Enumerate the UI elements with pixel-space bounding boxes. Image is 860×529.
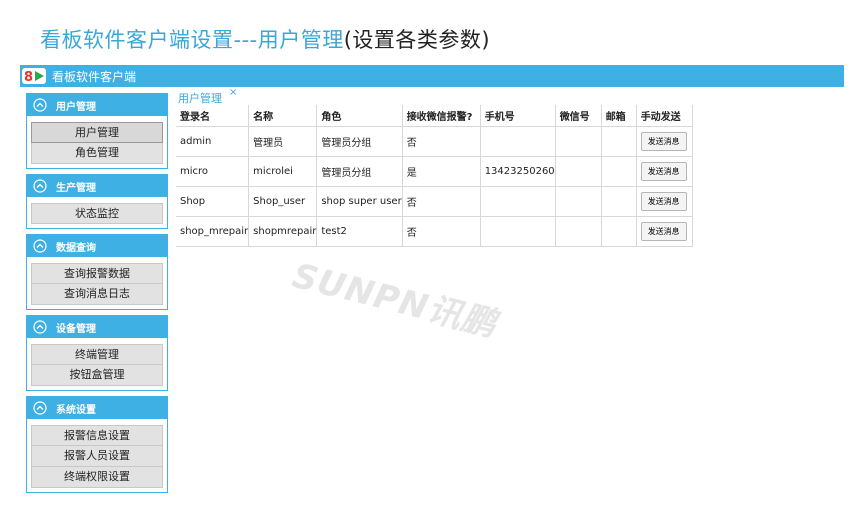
column-header: 手机号	[480, 105, 556, 127]
table-row: micro microlei 管理员分组是 13423250260 发送消息	[176, 156, 693, 187]
column-header: 接收微信报警?	[402, 105, 481, 127]
nav-group-title: 数据查询	[56, 242, 96, 254]
table-cell: Shop	[176, 186, 250, 217]
collapse-icon[interactable]	[33, 98, 47, 112]
main-content: 用户管理 × 登录名 名称 角色 接收微信报警? 手机号 微信号 邮箱 手动发送 admin 管…	[176, 87, 844, 247]
column-header: 登录名	[176, 105, 250, 127]
table-cell	[480, 186, 556, 217]
table-cell: 否	[402, 216, 481, 247]
send-message-button[interactable]: 发送消息	[640, 191, 687, 211]
table-cell: microlei	[248, 156, 318, 187]
nav-group-items: 用户管理 角色管理	[27, 116, 167, 168]
tab-close-icon[interactable]: ×	[229, 87, 237, 98]
table-cell: 发送消息	[636, 156, 693, 187]
nav-group: 设备管理终端管理 按钮盒管理	[26, 315, 168, 391]
users-table: 登录名 名称 角色 接收微信报警? 手机号 微信号 邮箱 手动发送 admin 管理员 管理员分组…	[176, 105, 693, 247]
nav-group-items: 查询报警数据 查询消息日志	[27, 257, 167, 309]
sidebar-item[interactable]: 报警信息设置	[31, 425, 163, 446]
table-cell: 管理员分组	[316, 156, 403, 187]
sidebar-item[interactable]: 终端权限设置	[31, 467, 163, 488]
table-cell	[555, 186, 602, 217]
table-cell	[480, 126, 556, 157]
table-cell: 13423250260	[480, 156, 556, 187]
sidebar-item[interactable]: 状态监控	[31, 203, 163, 224]
nav-group-header[interactable]: 用户管理	[27, 94, 167, 116]
table-cell: 管理员分组	[316, 126, 403, 157]
nav-group: 生产管理状态监控	[26, 174, 168, 229]
table-cell	[601, 186, 637, 217]
table-cell: 否	[402, 186, 481, 217]
table-cell: shopmrepair	[248, 216, 318, 247]
sidebar-item[interactable]: 报警人员设置	[31, 446, 163, 467]
app-titlebar: 8 看板软件客户端	[20, 65, 844, 87]
sidebar-item[interactable]: 用户管理	[31, 122, 163, 143]
send-message-button[interactable]: 发送消息	[640, 161, 687, 181]
page-heading-subtitle: (设置各类参数)	[343, 28, 491, 52]
tab-bar: 用户管理 ×	[176, 87, 844, 105]
column-header: 名称	[248, 105, 318, 127]
nav-group-items: 终端管理 按钮盒管理	[27, 338, 167, 390]
collapse-icon[interactable]	[33, 179, 47, 193]
app-window: 8 看板软件客户端 用户管理 用户管理 角色管理 生产管理 状态监控 数据查询 查询报警数据…	[20, 65, 844, 510]
nav-group-title: 用户管理	[56, 101, 96, 113]
table-cell	[601, 216, 637, 247]
nav-group-title: 设备管理	[56, 323, 96, 335]
column-header: 角色	[316, 105, 403, 127]
sidebar-item[interactable]: 按钮盒管理	[31, 365, 163, 386]
table-cell: 发送消息	[636, 216, 693, 247]
table-cell: shop super user	[316, 186, 403, 217]
nav-group-title: 生产管理	[56, 182, 96, 194]
tab-user-management[interactable]: 用户管理	[178, 90, 222, 106]
nav-group-header[interactable]: 生产管理	[27, 175, 167, 197]
svg-text:8: 8	[24, 70, 33, 85]
table-cell	[601, 156, 637, 187]
sunpn-logo-icon: 8	[22, 67, 46, 85]
sidebar-item[interactable]: 角色管理	[31, 143, 163, 164]
app-title: 看板软件客户端	[52, 69, 137, 84]
nav-group: 用户管理 用户管理 角色管理	[26, 93, 168, 169]
column-header: 微信号	[555, 105, 602, 127]
table-cell: shop_mrepair	[176, 216, 250, 247]
nav-group-items: 报警信息设置 报警人员设置 终端权限设置	[27, 419, 167, 492]
table-row: admin 管理员 管理员分组否 发送消息	[176, 126, 693, 157]
table-cell: 发送消息	[636, 186, 693, 217]
table-cell: test2	[316, 216, 403, 247]
table-cell	[480, 216, 556, 247]
table-cell: 是	[402, 156, 481, 187]
table-header-row: 登录名 名称 角色 接收微信报警? 手机号 微信号 邮箱 手动发送	[176, 105, 693, 127]
collapse-icon[interactable]	[33, 401, 47, 415]
column-header: 手动发送	[636, 105, 693, 127]
table-body: admin 管理员 管理员分组否发送消息 micro microlei 管理员分组是 134…	[176, 126, 693, 247]
nav-group-header[interactable]: 设备管理	[27, 316, 167, 338]
nav-group-header[interactable]: 数据查询	[27, 235, 167, 257]
sidebar-item[interactable]: 查询消息日志	[31, 284, 163, 305]
table-cell: Shop_user	[248, 186, 318, 217]
table-cell: 管理员	[248, 126, 318, 157]
table-cell: micro	[176, 156, 250, 187]
sidebar-item[interactable]: 查询报警数据	[31, 263, 163, 284]
nav-group: 数据查询查询报警数据 查询消息日志	[26, 234, 168, 310]
table-cell: 发送消息	[636, 126, 693, 157]
nav-group: 系统设置报警信息设置 报警人员设置 终端权限设置	[26, 396, 168, 493]
send-message-button[interactable]: 发送消息	[640, 131, 687, 151]
table-cell: 否	[402, 126, 481, 157]
collapse-icon[interactable]	[33, 239, 47, 253]
collapse-icon[interactable]	[33, 320, 47, 334]
table-cell: admin	[176, 126, 250, 157]
sidebar: 用户管理 用户管理 角色管理 生产管理 状态监控 数据查询 查询报警数据 查询消息日志 设备管理…	[26, 93, 168, 498]
page-heading: 看板软件客户端设置---用户管理(设置各类参数)	[40, 24, 490, 54]
page-heading-main: 看板软件客户端设置---用户管理	[40, 28, 344, 52]
table-cell	[555, 216, 602, 247]
table-row: shop_mrepair shopmrepair test2 否 发送消息	[176, 216, 693, 247]
sidebar-item[interactable]: 终端管理	[31, 344, 163, 365]
nav-group-header[interactable]: 系统设置	[27, 397, 167, 419]
table-cell	[555, 126, 602, 157]
table-cell	[601, 126, 637, 157]
nav-group-items: 状态监控	[27, 197, 167, 228]
table-cell	[555, 156, 602, 187]
nav-group-title: 系统设置	[56, 404, 96, 416]
table-row: Shop Shop_user shop super user 否 发送消息	[176, 186, 693, 217]
send-message-button[interactable]: 发送消息	[640, 221, 687, 241]
column-header: 邮箱	[601, 105, 637, 127]
